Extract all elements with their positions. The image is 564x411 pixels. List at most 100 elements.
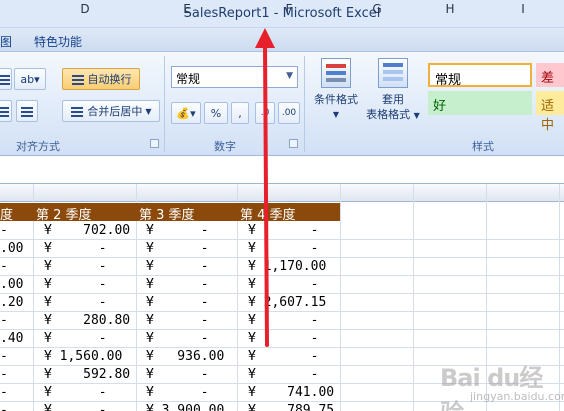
row-gridline xyxy=(0,293,564,294)
quarter-header-q4[interactable]: 第 4 季度 xyxy=(240,204,296,223)
increase-decimal-button[interactable]: .0 xyxy=(255,102,275,124)
table-cell[interactable]: ¥ 3,900.00 xyxy=(146,403,224,411)
table-cell[interactable]: ¥ - xyxy=(44,331,107,346)
table-cell[interactable]: ¥ - xyxy=(248,349,318,364)
row-gridline xyxy=(0,329,564,330)
table-cell[interactable]: ¥ - xyxy=(146,259,209,274)
percent-button[interactable]: % xyxy=(204,102,228,124)
align-icon xyxy=(0,73,11,85)
merge-center-label: 合并后居中 xyxy=(87,105,143,118)
table-cell[interactable]: ¥ - xyxy=(146,241,209,256)
table-cell[interactable]: - xyxy=(0,223,8,238)
merge-center-button[interactable]: 合并后居中 ▼ xyxy=(62,100,160,122)
table-cell[interactable]: ¥ - xyxy=(44,241,107,256)
comma-label: , xyxy=(238,106,242,120)
table-cell[interactable]: - xyxy=(0,313,8,328)
number-format-select[interactable]: 常规 ▼ xyxy=(171,66,298,88)
table-cell[interactable]: ¥ - xyxy=(146,367,209,382)
tab-view[interactable]: 图 xyxy=(0,33,12,50)
table-cell[interactable]: ¥ - xyxy=(248,277,318,292)
table-cell[interactable]: ¥ - xyxy=(248,223,318,238)
table-cell[interactable]: - xyxy=(0,403,8,411)
column-header-d[interactable]: D xyxy=(34,2,136,16)
table-cell[interactable]: ¥ - xyxy=(146,295,209,310)
table-cell[interactable]: ¥ - xyxy=(248,313,318,328)
table-cell[interactable]: ¥ - xyxy=(146,223,209,238)
row-gridline xyxy=(0,347,564,348)
wrap-text-button[interactable]: 自动换行 xyxy=(62,68,140,90)
table-cell[interactable]: ¥ 1,560.00 xyxy=(44,349,122,364)
table-cell[interactable]: ¥ - xyxy=(146,277,209,292)
column-header-f[interactable]: F xyxy=(238,2,340,16)
quarter-header-q3[interactable]: 第 3 季度 xyxy=(139,204,195,223)
column-header-g[interactable]: G xyxy=(341,2,413,16)
table-cell[interactable]: ¥ - xyxy=(146,385,209,400)
table-cell[interactable]: ¥ - xyxy=(248,331,318,346)
percent-label: % xyxy=(210,106,222,120)
alignment-group-label: 对齐方式 xyxy=(16,140,60,153)
decrease-indent-icon xyxy=(0,105,10,117)
orientation-button[interactable] xyxy=(0,68,12,90)
decrease-indent-button[interactable] xyxy=(0,100,12,122)
table-cell[interactable]: ¥ 2,607.15 xyxy=(248,295,326,310)
conditional-format-button[interactable]: 条件格式 ▼ xyxy=(310,58,362,122)
table-cell[interactable]: .00 xyxy=(0,241,23,256)
chevron-down-icon: ▼ xyxy=(332,110,340,119)
row-gridline xyxy=(0,311,564,312)
chevron-down-icon: ▼ xyxy=(413,111,420,120)
style-normal[interactable]: 常规 xyxy=(428,63,532,88)
chevron-down-icon: ▼ xyxy=(145,106,152,116)
table-cell[interactable]: ¥ - xyxy=(44,295,107,310)
table-cell[interactable]: .40 xyxy=(0,331,23,346)
row-gridline xyxy=(0,275,564,276)
format-as-table-button[interactable]: 套用 表格格式 ▼ xyxy=(364,58,422,123)
table-cell[interactable]: ¥ - xyxy=(146,313,209,328)
table-cell[interactable]: - xyxy=(0,385,8,400)
table-cell[interactable]: ¥ 702.00 xyxy=(44,223,130,238)
table-cell[interactable]: ¥ - xyxy=(146,331,209,346)
style-bad[interactable]: 差 xyxy=(536,63,564,87)
style-neutral[interactable]: 适中 xyxy=(536,91,564,133)
table-cell[interactable]: .00 xyxy=(0,277,23,292)
column-gridline xyxy=(413,184,414,411)
table-cell[interactable]: ¥ 592.80 xyxy=(44,367,130,382)
number-dialog-launcher[interactable] xyxy=(289,139,298,148)
table-cell[interactable]: ¥ - xyxy=(44,385,107,400)
table-cell[interactable]: ¥ - xyxy=(44,277,107,292)
table-cell[interactable]: ¥ - xyxy=(44,403,107,411)
column-header-e[interactable]: E xyxy=(137,2,237,16)
table-cell[interactable]: ¥ 741.00 xyxy=(248,385,334,400)
table-cell[interactable]: ¥ 280.80 xyxy=(44,313,130,328)
group-separator xyxy=(304,56,305,152)
table-cell[interactable]: - xyxy=(0,349,8,364)
table-cell[interactable]: ¥ - xyxy=(44,259,107,274)
table-cell[interactable]: - xyxy=(0,259,8,274)
column-header-i[interactable]: I xyxy=(487,2,559,16)
watermark-logo: Bai du经验 xyxy=(440,364,543,411)
style-good[interactable]: 好 xyxy=(428,91,532,115)
table-cell[interactable]: ¥ 1,170.00 xyxy=(248,259,326,274)
orientation-icon: ab▾ xyxy=(20,72,40,86)
decrease-decimal-button[interactable]: .00 xyxy=(278,102,300,124)
increase-indent-button[interactable] xyxy=(16,100,38,122)
tab-special-features[interactable]: 特色功能 xyxy=(34,33,82,50)
table-cell[interactable]: ¥ 936.00 xyxy=(146,349,224,364)
text-direction-button[interactable]: ab▾ xyxy=(14,68,46,90)
column-header-bar xyxy=(0,183,564,202)
table-cell[interactable]: - xyxy=(0,367,8,382)
alignment-dialog-launcher[interactable] xyxy=(150,139,159,148)
watermark-url: jingyan.baidu.com xyxy=(470,390,564,403)
table-cell[interactable]: ¥ 789.75 xyxy=(248,403,334,411)
comma-button[interactable]: , xyxy=(231,102,249,124)
column-header-h[interactable]: H xyxy=(414,2,486,16)
quarter-header-q1[interactable]: 度 xyxy=(0,204,13,223)
decrease-decimal-label: .00 xyxy=(281,108,297,118)
table-cell[interactable]: ¥ - xyxy=(248,367,318,382)
table-cell[interactable]: .20 xyxy=(0,295,23,310)
wrap-text-label: 自动换行 xyxy=(87,73,132,86)
quarter-header-q2[interactable]: 第 2 季度 xyxy=(36,204,92,223)
row-gridline xyxy=(0,239,564,240)
table-cell[interactable]: ¥ - xyxy=(248,241,318,256)
format-as-table-icon xyxy=(378,58,408,88)
currency-button[interactable]: 💰▾ xyxy=(171,102,201,124)
